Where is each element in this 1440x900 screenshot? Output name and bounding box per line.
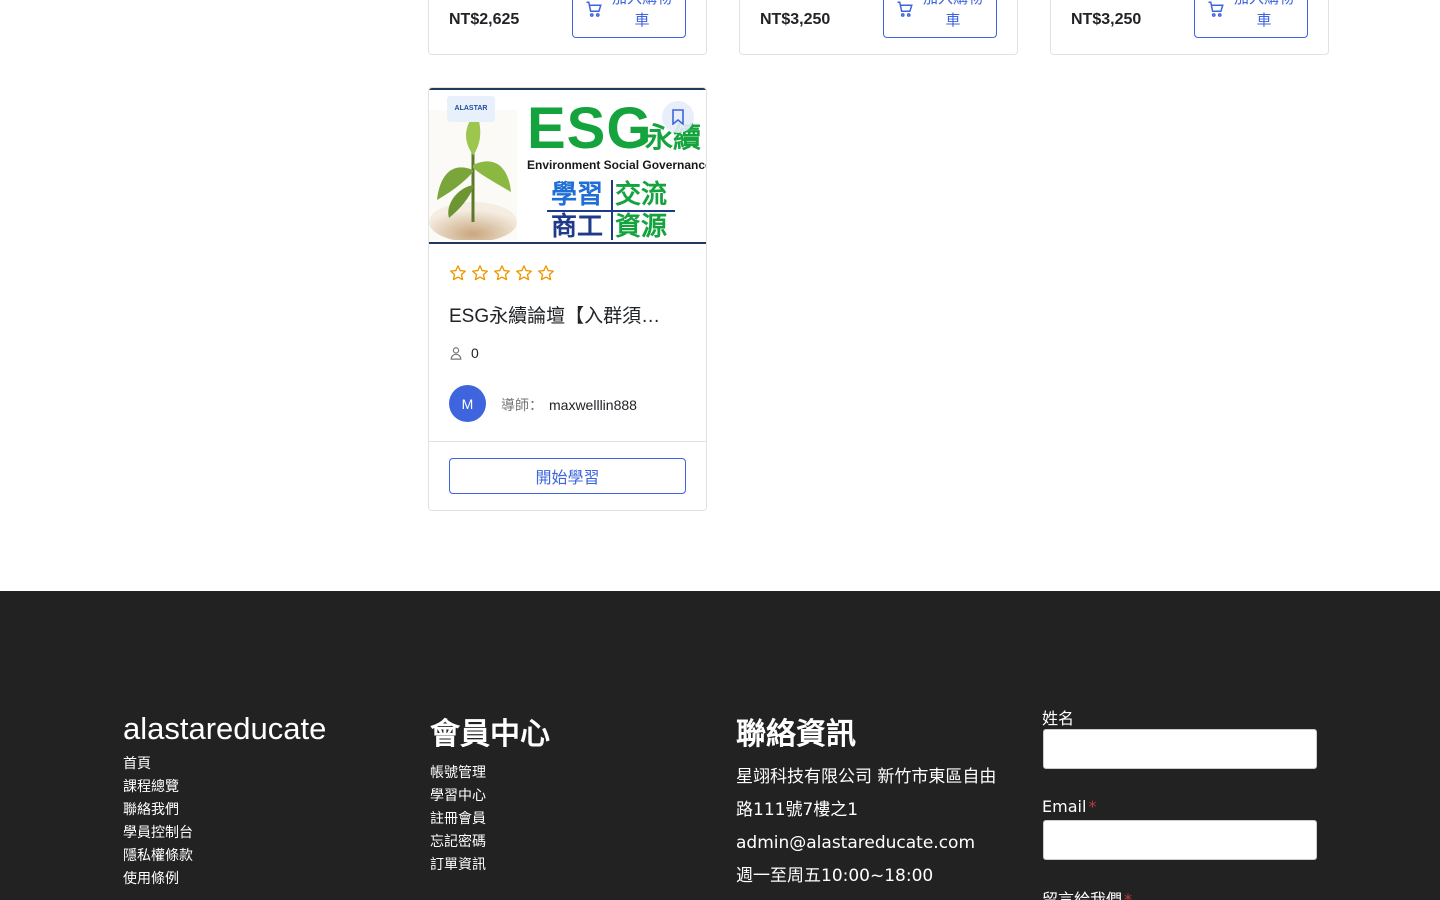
add-to-cart-label: 加入購物車	[1234, 0, 1294, 29]
name-field[interactable]	[1043, 729, 1317, 769]
footer-link-privacy[interactable]: 隱私權條款	[123, 845, 193, 868]
footer-links: 首頁 課程總覽 聯絡我們 學員控制台 隱私權條款 使用條例	[123, 753, 193, 891]
member-link-account[interactable]: 帳號管理	[430, 762, 486, 785]
bookmark-button[interactable]	[662, 101, 694, 133]
brand-logo: ALASTAR	[447, 96, 495, 122]
contact-hours: 週一至周五10:00~18:00	[736, 866, 934, 886]
site-footer: alastareducate 首頁 課程總覽 聯絡我們 學員控制台 隱私權條款 …	[0, 591, 1440, 900]
star-icon	[472, 265, 488, 281]
add-to-cart-button[interactable]: 加入購物車	[1194, 0, 1308, 38]
star-icon	[516, 265, 532, 281]
member-link-forgot-password[interactable]: 忘記密碼	[430, 831, 486, 854]
message-label-text: 留言給我們	[1042, 890, 1123, 900]
card-divider	[429, 441, 706, 442]
footer-link-courses[interactable]: 課程總覽	[123, 776, 193, 799]
star-icon	[494, 265, 510, 281]
enrolled-value: 0	[471, 345, 479, 361]
thumbnail-subtitle: Environment Social Governance	[527, 158, 706, 172]
member-link-register[interactable]: 註冊會員	[430, 808, 486, 831]
course-price: NT$3,250	[760, 11, 831, 28]
footer-link-dashboard[interactable]: 學員控制台	[123, 822, 193, 845]
user-icon	[450, 347, 462, 360]
name-label-text: 姓名	[1042, 709, 1075, 728]
enrolled-count: 0	[449, 345, 479, 361]
add-to-cart-label: 加入購物車	[612, 0, 672, 29]
footer-link-home[interactable]: 首頁	[123, 753, 193, 776]
footer-link-contact[interactable]: 聯絡我們	[123, 799, 193, 822]
start-learning-button[interactable]: 開始學習	[449, 458, 686, 494]
thumbnail-cell: 學習	[551, 179, 604, 209]
course-price: NT$3,250	[1071, 11, 1142, 28]
course-card-partial: NT$3,250 加入購物車	[1050, 0, 1329, 55]
email-field[interactable]	[1043, 820, 1317, 860]
member-center-heading: 會員中心	[430, 717, 550, 752]
required-mark: *	[1088, 797, 1097, 816]
course-card-partial: NT$3,250 加入購物車	[739, 0, 1018, 55]
course-title[interactable]: ESG永續論壇【入群須…	[449, 301, 685, 328]
add-to-cart-label: 加入購物車	[923, 0, 983, 29]
contact-heading: 聯絡資訊	[736, 717, 856, 752]
add-to-cart-button[interactable]: 加入購物車	[572, 0, 686, 38]
contact-info: 星翊科技有限公司 新竹市東區自由路111號7樓之1 admin@alastare…	[736, 761, 1006, 893]
cart-icon	[897, 1, 913, 17]
thumbnail-cell: 商工	[551, 211, 604, 241]
plant-illustration	[429, 110, 517, 240]
member-link-orders[interactable]: 訂單資訊	[430, 854, 486, 877]
thumbnail-cell: 資源	[615, 211, 668, 241]
avatar[interactable]: M	[449, 385, 486, 422]
contact-email[interactable]: admin@alastareducate.com	[736, 827, 1006, 860]
message-label: 留言給我們 *	[1042, 886, 1132, 900]
instructor-name[interactable]: maxwelllin888	[549, 397, 637, 413]
cart-icon	[586, 1, 602, 17]
name-label: 姓名	[1042, 705, 1074, 729]
email-label-text: Email	[1042, 797, 1087, 816]
cart-icon	[1208, 1, 1224, 17]
course-card-partial: NT$2,625 加入購物車	[428, 0, 707, 55]
add-to-cart-button[interactable]: 加入購物車	[883, 0, 997, 38]
member-link-learning[interactable]: 學習中心	[430, 785, 486, 808]
instructor-label: 導師：	[501, 397, 543, 413]
course-price: NT$2,625	[449, 11, 520, 28]
instructor: 導師： maxwelllin888	[501, 395, 637, 415]
thumbnail-cell: 交流	[615, 179, 668, 209]
required-mark: *	[1124, 890, 1133, 900]
course-thumbnail[interactable]: ALASTAR ESG 永續 Environment Social Govern…	[429, 88, 706, 244]
footer-link-terms[interactable]: 使用條例	[123, 868, 193, 891]
thumbnail-heading: ESG	[527, 96, 653, 161]
contact-address: 星翊科技有限公司 新竹市東區自由路111號7樓之1	[736, 767, 997, 820]
bookmark-icon	[672, 109, 684, 125]
star-icon	[538, 265, 554, 281]
footer-brand[interactable]: alastareducate	[123, 711, 326, 747]
star-icon	[450, 265, 466, 281]
email-label: Email *	[1042, 797, 1096, 816]
rating-stars	[449, 264, 555, 282]
member-links: 帳號管理 學習中心 註冊會員 忘記密碼 訂單資訊	[430, 762, 486, 877]
course-card: ALASTAR ESG 永續 Environment Social Govern…	[428, 87, 707, 511]
